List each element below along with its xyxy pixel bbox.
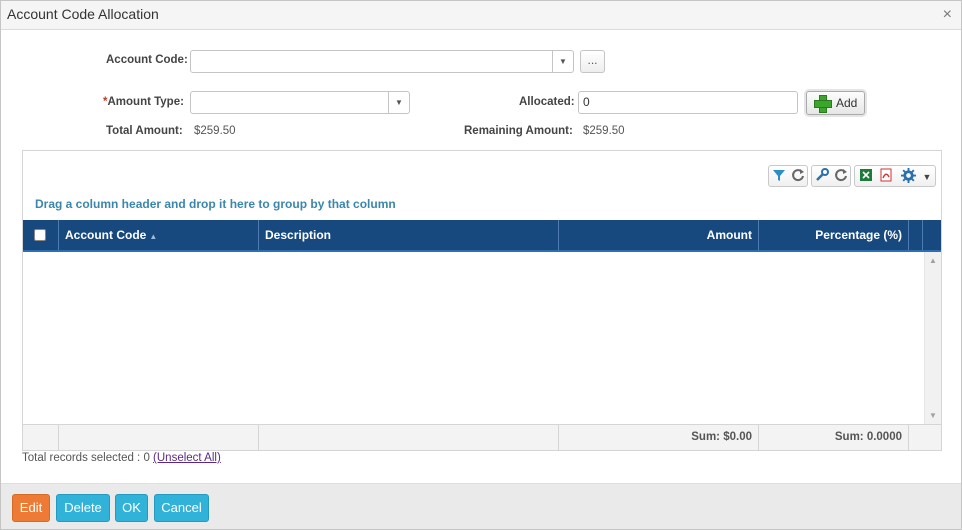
amount-type-label: *Amount Type: — [103, 96, 184, 108]
amount-type-combobox[interactable]: ▼ — [190, 91, 410, 114]
filter-icon[interactable] — [770, 168, 788, 186]
footer-percentage-sum: Sum: 0.0000 — [759, 425, 909, 451]
select-all-cell — [23, 220, 59, 250]
account-code-combobox[interactable]: ▼ — [190, 50, 574, 73]
scroll-down-icon[interactable]: ▼ — [929, 411, 937, 420]
dialog-button-bar: Edit Delete OK Cancel — [1, 483, 961, 529]
records-selected-text: Total records selected : 0 — [22, 452, 150, 464]
delete-button[interactable]: Delete — [56, 494, 110, 522]
close-icon[interactable]: × — [943, 6, 952, 24]
footer-cell-select — [23, 425, 59, 451]
remaining-amount-label: Remaining Amount: — [464, 125, 573, 137]
footer-cell-description — [259, 425, 559, 451]
column-header-description[interactable]: Description — [259, 220, 559, 250]
grid-scrollbar[interactable]: ▲ ▼ — [924, 252, 941, 424]
account-code-allocation-dialog: Account Code Allocation × Account Code: … — [0, 0, 962, 530]
add-button-label: Add — [836, 96, 858, 110]
dialog-titlebar: Account Code Allocation × — [1, 1, 961, 30]
dialog-title: Account Code Allocation — [7, 6, 159, 22]
chevron-down-icon[interactable]: ▼ — [552, 51, 573, 72]
column-header-account-code[interactable]: Account Code ▲ — [59, 220, 259, 250]
edit-button[interactable]: Edit — [12, 494, 50, 522]
total-amount-label: Total Amount: — [106, 125, 183, 137]
column-header-percentage[interactable]: Percentage (%) — [759, 220, 909, 250]
chevron-down-icon[interactable]: ▼ — [388, 92, 409, 113]
pdf-icon[interactable] — [877, 168, 895, 186]
allocation-grid: ▼ Drag a column header and drop it here … — [22, 150, 942, 451]
remaining-amount-value: $259.50 — [583, 125, 625, 137]
add-button[interactable]: Add — [806, 91, 865, 115]
refresh-icon[interactable] — [789, 168, 807, 186]
chevron-down-icon[interactable]: ▼ — [918, 168, 936, 186]
account-code-lookup-button[interactable]: ... — [580, 50, 605, 73]
gear-icon[interactable] — [899, 168, 917, 186]
select-all-checkbox[interactable] — [34, 229, 46, 241]
group-by-hint: Drag a column header and drop it here to… — [35, 197, 396, 211]
records-selected-status: Total records selected : 0 (Unselect All… — [22, 452, 221, 464]
amount-type-label-text: Amount Type: — [107, 96, 184, 108]
column-header-account-code-label: Account Code — [65, 228, 147, 242]
grid-footer: Sum: $0.00 Sum: 0.0000 — [23, 424, 941, 451]
excel-icon[interactable] — [857, 168, 875, 186]
ok-button[interactable]: OK — [115, 494, 148, 522]
column-header-spacer — [909, 220, 923, 250]
total-amount-value: $259.50 — [194, 125, 236, 137]
wrench-icon[interactable] — [813, 168, 831, 186]
toolbar-tools-group — [811, 165, 851, 187]
toolbar-filter-group — [768, 165, 808, 187]
refresh-icon[interactable] — [832, 168, 850, 186]
account-code-label: Account Code: — [106, 54, 188, 66]
plus-icon — [814, 95, 832, 113]
sort-ascending-icon: ▲ — [149, 232, 158, 241]
allocated-label: Allocated: — [519, 96, 575, 108]
toolbar-export-group: ▼ — [854, 165, 936, 187]
allocated-input[interactable]: 0 — [578, 91, 798, 114]
footer-cell-account-code — [59, 425, 259, 451]
grid-body: ▲ ▼ — [23, 252, 941, 424]
cancel-button[interactable]: Cancel — [154, 494, 209, 522]
column-header-amount[interactable]: Amount — [559, 220, 759, 250]
scroll-up-icon[interactable]: ▲ — [929, 256, 937, 265]
grid-header: Account Code ▲ Description Amount Percent… — [23, 220, 941, 252]
unselect-all-link[interactable]: (Unselect All) — [153, 452, 221, 464]
footer-amount-sum: Sum: $0.00 — [559, 425, 759, 451]
